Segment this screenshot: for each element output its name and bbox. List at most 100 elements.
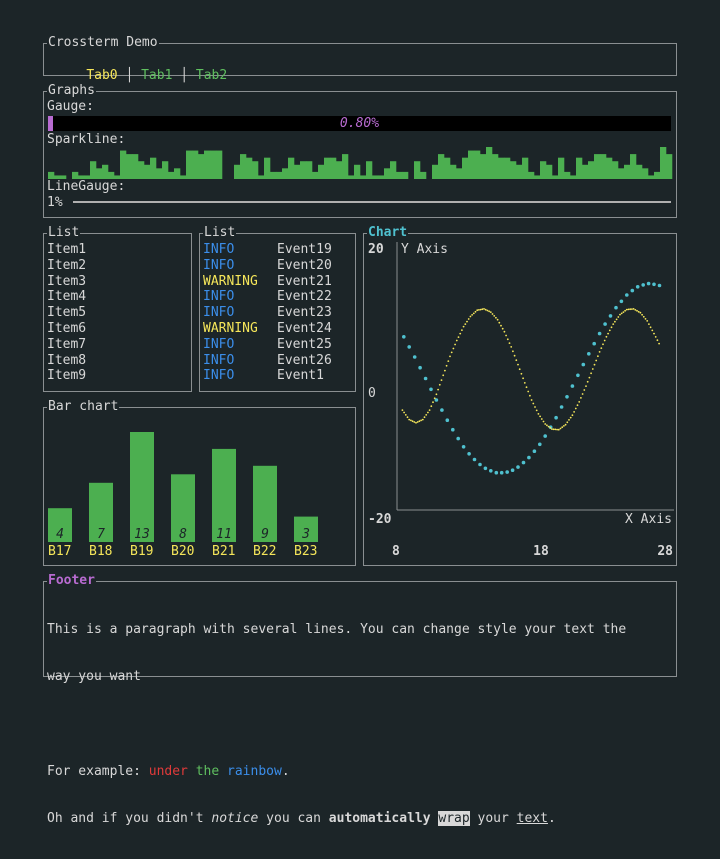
series-2-point xyxy=(620,312,623,315)
log-row[interactable]: INFO Event25 xyxy=(203,337,332,353)
list-item[interactable]: Item1 xyxy=(47,242,86,258)
series-2-point xyxy=(615,318,618,321)
list-item[interactable]: Item9 xyxy=(47,368,86,384)
tab-2[interactable]: Tab2 xyxy=(196,68,227,83)
list-item[interactable]: Item8 xyxy=(47,353,86,369)
series-2-point xyxy=(595,359,598,362)
x-tick-label: 8 xyxy=(392,544,400,559)
log-row[interactable]: INFO Event20 xyxy=(203,258,332,274)
chart: 20 0 -20 8 18 28 Y Axis X Axis xyxy=(368,242,674,559)
series-1-point xyxy=(559,405,564,409)
list-item[interactable]: Item6 xyxy=(47,321,86,337)
series-2-point xyxy=(651,329,654,332)
series-2-point xyxy=(486,309,489,312)
series-2-point xyxy=(522,377,524,380)
sparkline-bar xyxy=(120,150,127,179)
sparkline-bar xyxy=(486,147,493,179)
series-2-point xyxy=(466,320,468,323)
sparkline-bar xyxy=(588,161,595,179)
series-2-point xyxy=(607,332,609,335)
series-2-point xyxy=(542,420,545,423)
series-2-point xyxy=(597,355,599,358)
series-2-point xyxy=(455,339,458,342)
word-wrap: wrap xyxy=(438,811,470,827)
log-row[interactable]: INFO Event26 xyxy=(203,353,332,369)
log-row[interactable]: INFO Event22 xyxy=(203,289,332,305)
series-2-point xyxy=(406,416,409,419)
sparkline-bar xyxy=(288,157,295,179)
series-2-point xyxy=(612,323,615,325)
series-2-point xyxy=(428,409,431,411)
series-2-point xyxy=(561,426,564,429)
series-2-point xyxy=(520,372,523,375)
series-2-point xyxy=(551,428,553,430)
series-2-point xyxy=(515,359,518,362)
series-2-point xyxy=(632,308,635,310)
sparkline-bar xyxy=(510,161,517,179)
tab-1[interactable]: Tab1 xyxy=(141,68,172,83)
log-event: Event26 xyxy=(277,352,332,368)
series-2-point xyxy=(503,330,506,333)
series-2-point xyxy=(631,308,633,310)
example-dot: . xyxy=(281,763,290,779)
sparkline-bar xyxy=(474,150,481,179)
series-2-point xyxy=(506,338,509,341)
series-2-point xyxy=(479,308,482,311)
sparkline-bar xyxy=(456,168,463,179)
sparkline-bar xyxy=(582,164,589,179)
x-tick-label: 28 xyxy=(657,544,673,559)
sparkline-bar xyxy=(180,175,187,179)
tab-0[interactable]: Tab0 xyxy=(86,68,117,83)
series-2-point xyxy=(401,409,404,411)
series-2-point xyxy=(476,309,479,312)
series-2-point xyxy=(619,313,621,316)
log-row[interactable]: WARNING Event24 xyxy=(203,321,332,337)
log-row[interactable]: INFO Event1 xyxy=(203,368,332,384)
list-item[interactable]: Item7 xyxy=(47,337,86,353)
log-row[interactable]: INFO Event19 xyxy=(203,242,332,258)
sparkline-bar xyxy=(660,147,667,179)
list-item[interactable]: Item5 xyxy=(47,305,86,321)
log-level: INFO xyxy=(203,257,235,273)
series-2-point xyxy=(420,419,422,422)
footer-paragraph: This is a paragraph with several lines. … xyxy=(47,590,626,859)
bar-label: B23 xyxy=(294,544,317,559)
tab-divider: │ xyxy=(172,67,196,83)
log-level: INFO xyxy=(203,305,235,321)
series-2-point xyxy=(625,308,628,311)
series-2-point xyxy=(423,416,426,419)
list-item[interactable]: Item2 xyxy=(47,258,86,274)
list-item[interactable]: Item4 xyxy=(47,289,86,305)
series-1-point xyxy=(646,281,651,286)
series-2-point xyxy=(495,316,497,319)
list-item[interactable]: Item3 xyxy=(47,274,86,290)
log-row[interactable]: INFO Event23 xyxy=(203,305,332,321)
tab-divider: │ xyxy=(117,67,142,83)
sparkline-bar xyxy=(318,164,325,179)
series-2-point xyxy=(447,360,450,362)
series-2-point xyxy=(489,311,492,313)
sparkline-bar xyxy=(564,171,571,179)
bar-value: 9 xyxy=(261,527,269,542)
series-1-point xyxy=(423,376,428,381)
graphs-panel: Graphs Gauge: 0.80% Sparkline: LineGauge… xyxy=(43,83,677,218)
series-2-point xyxy=(483,308,485,310)
sparkline-bar xyxy=(246,157,253,179)
series-2-point xyxy=(598,351,601,353)
sparkline-bar xyxy=(642,168,649,179)
series-2-point xyxy=(427,411,429,414)
log-event: Event22 xyxy=(277,289,332,305)
sparkline-bar xyxy=(450,164,457,179)
series-2-point xyxy=(576,404,579,407)
sparkline-bar xyxy=(396,171,403,179)
app-title: Crossterm Demo xyxy=(47,35,159,51)
series-2-point xyxy=(629,308,632,311)
series-2-point xyxy=(546,424,548,427)
series-2-point xyxy=(556,428,558,431)
log-row[interactable]: WARNING Event21 xyxy=(203,274,332,290)
sparkline-bar xyxy=(618,168,625,179)
bar-label: B17 xyxy=(48,544,71,559)
series-1-point xyxy=(505,470,509,474)
sparkline-bar xyxy=(300,161,307,179)
logs-list-title: List xyxy=(203,225,237,241)
